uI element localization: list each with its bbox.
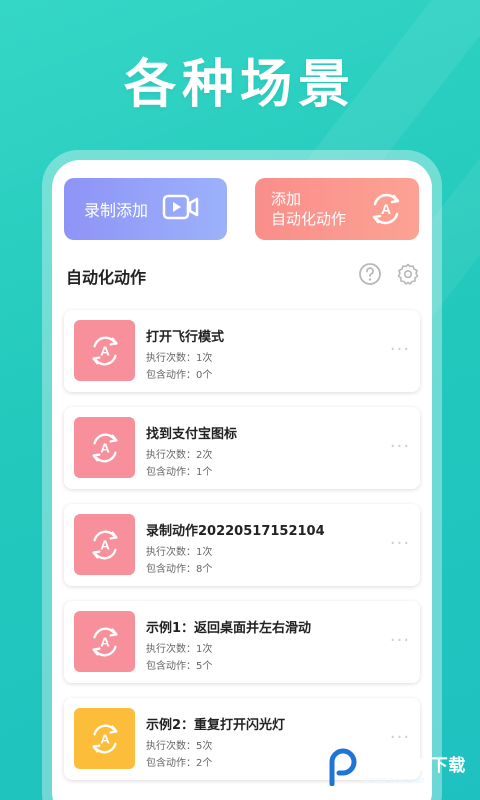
item-action-count: 包含动作：0个 (146, 366, 212, 381)
exec-value: 2次 (196, 450, 213, 461)
hero-title: 各种场景 (123, 55, 356, 115)
header-icons (358, 262, 420, 290)
app-screen: 录制添加 添加 自动化动作 A 自动化动作 A 打开飞行模式 执行次数：1次 包… (52, 160, 432, 800)
more-options-icon[interactable]: ··· (388, 631, 412, 651)
item-exec-count: 执行次数：2次 (146, 446, 212, 461)
watermark: PCPOP下载 PCPOP Download (326, 746, 476, 790)
watermark-main: PCPOP下载 (364, 756, 466, 776)
pcpop-logo-icon (326, 746, 360, 790)
list-item[interactable]: A 找到支付宝图标 执行次数：2次 包含动作：1个 ··· (64, 407, 420, 489)
video-camera-icon (162, 194, 200, 224)
add-automation-line2: 自动化动作 (271, 210, 347, 228)
section-header: 自动化动作 (66, 262, 420, 290)
svg-text:A: A (100, 440, 110, 455)
item-action-count: 包含动作：8个 (146, 560, 212, 575)
contain-label: 包含动作： (146, 467, 196, 478)
list-item[interactable]: A 示例1：返回桌面并左右滑动 执行次数：1次 包含动作：5个 ··· (64, 601, 420, 683)
watermark-sub: PCPOP Download (364, 777, 425, 785)
add-automation-label: 添加 自动化动作 (271, 189, 346, 229)
contain-value: 2个 (196, 758, 213, 769)
exec-value: 1次 (196, 353, 213, 364)
item-exec-count: 执行次数：1次 (146, 349, 212, 364)
list-item[interactable]: A 录制动作20220517152104 执行次数：1次 包含动作：8个 ··· (64, 504, 420, 586)
item-name: 示例2：重复打开闪光灯 (146, 718, 286, 733)
item-name: 录制动作20220517152104 (146, 524, 325, 539)
svg-text:A: A (100, 634, 110, 649)
svg-text:A: A (100, 731, 110, 746)
exec-value: 1次 (196, 547, 213, 558)
item-action-count: 包含动作：1个 (146, 463, 212, 478)
automation-icon: A (74, 320, 135, 381)
contain-value: 8个 (196, 564, 213, 575)
add-automation-button[interactable]: 添加 自动化动作 A (255, 178, 419, 240)
watermark-text: PCPOP下载 PCPOP Download (364, 751, 466, 785)
automation-icon: A (367, 190, 405, 233)
more-options-icon[interactable]: ··· (388, 534, 412, 554)
section-title: 自动化动作 (66, 268, 147, 287)
exec-label: 执行次数： (146, 741, 196, 752)
item-exec-count: 执行次数：1次 (146, 543, 212, 558)
more-options-icon[interactable]: ··· (388, 340, 412, 360)
list-item[interactable]: A 打开飞行模式 执行次数：1次 包含动作：0个 ··· (64, 310, 420, 392)
item-name: 示例1：返回桌面并左右滑动 (146, 621, 312, 636)
more-options-icon[interactable]: ··· (388, 728, 412, 748)
top-actions: 录制添加 添加 自动化动作 A (64, 178, 420, 240)
exec-label: 执行次数： (146, 547, 196, 558)
item-exec-count: 执行次数：1次 (146, 640, 212, 655)
contain-label: 包含动作： (146, 758, 196, 769)
exec-value: 1次 (196, 644, 213, 655)
add-automation-line1: 添加 (271, 190, 302, 208)
item-action-count: 包含动作：5个 (146, 657, 212, 672)
exec-label: 执行次数： (146, 353, 196, 364)
exec-value: 5次 (196, 741, 213, 752)
automation-list: A 打开飞行模式 执行次数：1次 包含动作：0个 ··· A 找到支付宝图标 执行次数：2次包… (64, 310, 420, 795)
automation-icon: A (74, 611, 135, 672)
record-add-label: 录制添加 (84, 201, 149, 220)
automation-icon: A (74, 417, 135, 478)
item-name: 找到支付宝图标 (146, 427, 238, 442)
record-add-button[interactable]: 录制添加 (64, 178, 227, 240)
exec-label: 执行次数： (146, 644, 196, 655)
svg-text:A: A (100, 537, 110, 552)
exec-label: 执行次数： (146, 450, 196, 461)
contain-label: 包含动作： (146, 661, 196, 672)
item-exec-count: 执行次数：5次 (146, 737, 212, 752)
help-circle-icon[interactable] (358, 262, 382, 290)
contain-label: 包含动作： (146, 370, 196, 381)
item-action-count: 包含动作：2个 (146, 754, 212, 769)
item-name: 打开飞行模式 (146, 330, 225, 345)
contain-value: 5个 (196, 661, 213, 672)
contain-value: 1个 (196, 467, 213, 478)
phone-frame: 录制添加 添加 自动化动作 A 自动化动作 A 打开飞行模式 执行次数：1次 包… (42, 150, 442, 800)
svg-text:A: A (100, 343, 110, 358)
gear-icon[interactable] (396, 262, 420, 290)
automation-icon: A (74, 514, 135, 575)
svg-text:A: A (381, 201, 391, 217)
automation-icon: A (74, 708, 135, 769)
contain-value: 0个 (196, 370, 213, 381)
contain-label: 包含动作： (146, 564, 196, 575)
more-options-icon[interactable]: ··· (388, 437, 412, 457)
